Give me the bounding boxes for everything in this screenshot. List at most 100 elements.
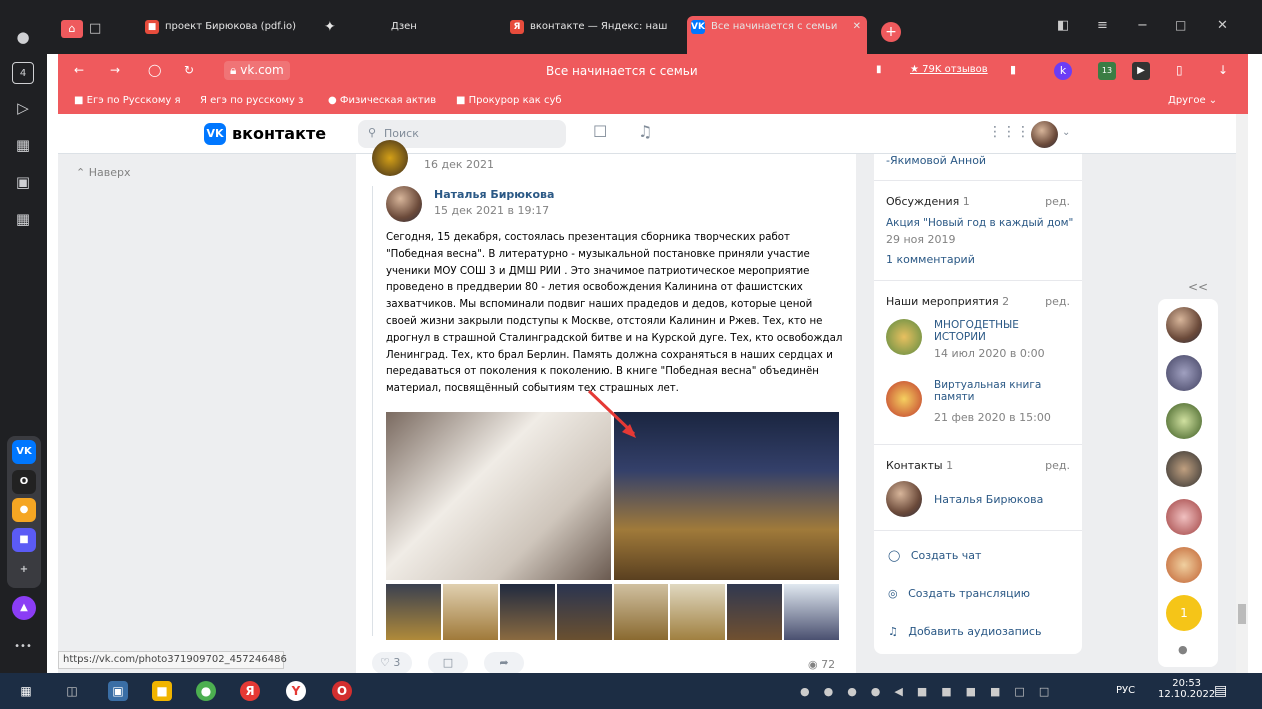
discussion-topic[interactable]: Акция "Новый год в каждый дом" (886, 217, 1076, 229)
minimize-icon[interactable]: − (1137, 18, 1148, 33)
thumbnail[interactable] (442, 584, 498, 640)
back-icon[interactable]: ← (74, 63, 84, 77)
thumbnail[interactable] (556, 584, 612, 640)
new-tab-button[interactable]: + (881, 22, 901, 42)
app-icon[interactable]: ▣ (108, 681, 128, 701)
tray-icons[interactable]: ●●●●◀■■■■□□ (800, 685, 1063, 698)
photo-group[interactable] (614, 412, 839, 580)
bookmark-item[interactable]: ● Физическая актив (328, 95, 436, 106)
file-explorer-icon[interactable]: ■ (152, 681, 172, 701)
create-stream-action[interactable]: ◎ Создать трансляцию (888, 587, 1030, 600)
opera-icon[interactable]: O (332, 681, 352, 701)
thumbnail[interactable] (784, 584, 839, 640)
yandex-browser-icon[interactable]: Я (240, 681, 260, 701)
chevron-down-icon[interactable]: ⌄ (1062, 127, 1070, 138)
comment-button[interactable]: □ (428, 652, 468, 673)
reload-icon[interactable]: ↻ (184, 63, 194, 77)
events-edit[interactable]: ред. (1045, 295, 1070, 308)
alice-icon[interactable]: ▲ (12, 596, 36, 620)
thumbnail[interactable] (386, 584, 441, 640)
collapse-friends-icon[interactable]: << (1188, 280, 1208, 294)
notifications-icon[interactable]: ▤ (1214, 683, 1227, 699)
more-icon[interactable]: ••• (12, 636, 34, 658)
task-view-icon[interactable]: ◫ (62, 681, 82, 701)
thumbnail[interactable] (727, 584, 783, 640)
messages-icon[interactable]: ● (1178, 643, 1188, 656)
thumbnail[interactable] (499, 584, 555, 640)
k-extension-icon[interactable]: k (1054, 62, 1072, 80)
friend-avatar[interactable] (1166, 547, 1202, 583)
discussion-comments[interactable]: 1 комментарий (886, 253, 975, 266)
home-icon[interactable]: ⌂ (61, 20, 83, 38)
apps-grid-icon[interactable]: ▦ (12, 208, 34, 230)
tabs-counter-icon[interactable]: 4 (12, 62, 34, 84)
author-avatar[interactable] (386, 186, 422, 222)
reviews-link[interactable]: ★ 79K отзывов (910, 64, 988, 75)
maximize-icon[interactable]: □ (1175, 18, 1186, 32)
vk-logo-text[interactable]: вконтакте (232, 124, 326, 143)
extension-badge[interactable]: 13 (1098, 62, 1116, 80)
yandex-icon[interactable]: Y (286, 681, 306, 701)
bookmark-icon[interactable]: ▮ (1010, 63, 1016, 76)
share-button[interactable]: ➦ (484, 652, 524, 673)
bookmark-item[interactable]: ■ Егэ по Русскому я (74, 95, 180, 106)
tab-yandex[interactable]: Явконтакте — Яндекс: наш (506, 16, 676, 38)
language-indicator[interactable]: РУС (1116, 685, 1135, 696)
download-icon[interactable]: ↓ (1218, 63, 1228, 77)
profile-avatar[interactable] (1031, 121, 1058, 148)
new-group-icon[interactable]: □ (89, 20, 109, 38)
add-app-icon[interactable]: + (12, 558, 36, 582)
back-to-top[interactable]: ⌃ Наверх (76, 166, 130, 179)
url-field[interactable]: 🔒︎ vk.com (224, 61, 290, 80)
clock[interactable]: 20:53 12.10.2022 (1158, 678, 1215, 700)
thumbnail[interactable] (613, 584, 669, 640)
scrollbar-thumb[interactable] (1238, 604, 1246, 624)
contact-name[interactable]: Наталья Бирюкова (934, 493, 1043, 506)
bell-icon[interactable]: ☐ (593, 122, 607, 141)
tab-vk-active[interactable]: VK Все начинается с семьи ✕ (687, 16, 867, 54)
messenger-app-icon[interactable]: ■ (12, 528, 36, 552)
profile-icon[interactable]: ● (12, 26, 34, 48)
tab-pdf[interactable]: ■ проект Бирюкова (pdf.io) (141, 16, 316, 38)
forward-icon[interactable]: → (110, 63, 120, 77)
friend-avatar[interactable] (1166, 307, 1202, 343)
music-app-icon[interactable]: ● (12, 498, 36, 522)
discussions-edit[interactable]: ред. (1045, 195, 1070, 208)
event-name[interactable]: Виртуальная книга памяти (934, 379, 1054, 403)
windows-start-icon[interactable]: ▦ (16, 681, 36, 701)
event-name[interactable]: МНОГОДЕТНЫЕ ИСТОРИИ (934, 319, 1054, 343)
photo-books[interactable] (386, 412, 611, 580)
events-title[interactable]: Наши мероприятия (886, 295, 999, 308)
bookmark-item[interactable]: ■ Прокурор как суб (456, 95, 562, 106)
event-avatar[interactable] (886, 319, 922, 355)
tab-dzen[interactable]: Дзен (367, 16, 487, 38)
event-avatar[interactable] (886, 381, 922, 417)
play-icon[interactable]: ▷ (12, 97, 34, 119)
like-button[interactable]: ♡ 3 (372, 652, 412, 673)
downloads-panel-icon[interactable]: ▯ (1176, 63, 1183, 77)
services-grid-icon[interactable]: ⋮⋮⋮ (988, 124, 1030, 140)
music-icon[interactable]: ♫ (638, 122, 652, 141)
friend-avatar[interactable] (1166, 499, 1202, 535)
friend-avatar[interactable] (1166, 451, 1202, 487)
author-name[interactable]: Наталья Бирюкова (434, 188, 554, 201)
contact-avatar[interactable] (886, 481, 922, 517)
create-chat-action[interactable]: ◯ Создать чат (888, 549, 981, 562)
friend-avatar[interactable] (1166, 355, 1202, 391)
top-text[interactable]: -Якимовой Анной (886, 154, 986, 167)
close-window-icon[interactable]: ✕ (1217, 18, 1228, 33)
tabs-menu-icon[interactable]: ◧ (1057, 18, 1069, 33)
protect-icon[interactable]: ◯ (148, 63, 161, 77)
screenshot-icon[interactable]: ▣ (12, 171, 34, 193)
contacts-title[interactable]: Контакты (886, 459, 943, 472)
group-avatar[interactable] (372, 140, 408, 176)
parent-post-date[interactable]: 16 дек 2021 (424, 158, 494, 171)
menu-icon[interactable]: ≡ (1097, 18, 1108, 33)
thumbnail[interactable] (670, 584, 726, 640)
friends-badge[interactable]: 1 (1166, 595, 1202, 631)
media-app-icon[interactable]: O (12, 470, 36, 494)
vk-app-icon[interactable]: VK (12, 440, 36, 464)
chat-icon[interactable]: ▮ (876, 64, 882, 75)
post-date[interactable]: 15 дек 2021 в 19:17 (434, 204, 549, 217)
bookmarks-other[interactable]: Другое ⌄ (1168, 95, 1217, 106)
